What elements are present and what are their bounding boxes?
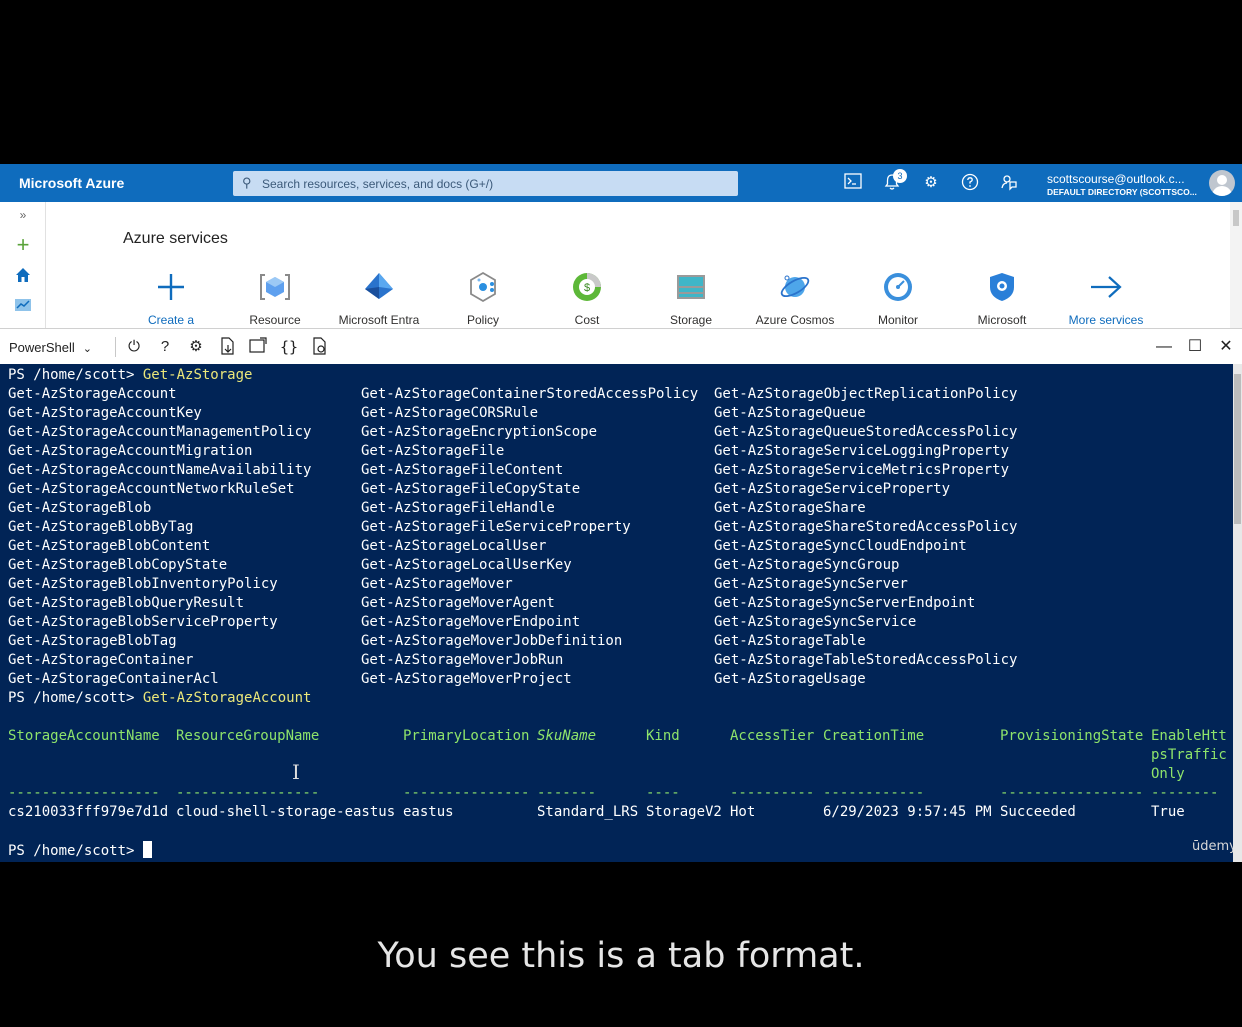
home-icon[interactable] [0, 266, 46, 289]
service-resource-groups[interactable]: Resource [225, 270, 325, 328]
expand-menu-icon[interactable]: » [0, 208, 46, 222]
search-placeholder: Search resources, services, and docs (G+… [262, 177, 494, 191]
typed-command: Get-AzStorageAccount [142, 690, 312, 706]
notification-count-badge: 3 [893, 169, 907, 183]
portal-home: » + Azure services Create a Resource Mic… [0, 202, 1242, 335]
arrow-right-icon [1091, 276, 1122, 298]
service-policy[interactable]: Policy [433, 270, 533, 328]
close-icon[interactable]: ✕ [1216, 337, 1236, 357]
defender-icon [990, 273, 1014, 301]
account-directory[interactable]: DEFAULT DIRECTORY (SCOTTSCO... [1047, 187, 1197, 197]
azure-services-title: Azure services [123, 230, 228, 247]
portal-scrollbar[interactable] [1230, 202, 1242, 328]
cost-icon: $ [573, 273, 601, 301]
table-separator-row: ------------------ ----------------- ---… [8, 785, 1219, 801]
search-icon: ⚲ [242, 175, 252, 190]
service-more-services[interactable]: More services [1056, 270, 1156, 328]
storage-icon [677, 275, 705, 299]
web-preview-icon[interactable] [310, 337, 330, 357]
monitor-icon [884, 273, 912, 301]
left-rail: » + [0, 202, 46, 328]
table-row: cs210033fff979e7d1d cloud-shell-storage-… [8, 804, 1185, 820]
prompt-line: PS /home/scott> [8, 841, 152, 860]
udemy-watermark: ūdemy [1192, 839, 1237, 854]
text-cursor [142, 841, 152, 858]
cloud-shell-icon[interactable] [843, 173, 863, 193]
service-cost-management[interactable]: $ Cost [537, 270, 637, 328]
settings-gear-icon[interactable]: ⚙ [921, 173, 941, 193]
settings-icon[interactable]: ⚙ [186, 337, 206, 357]
chevron-down-icon: ⌄ [82, 343, 92, 355]
search-input[interactable]: ⚲ Search resources, services, and docs (… [233, 171, 738, 196]
video-caption: You see this is a tab format. [377, 936, 865, 976]
open-new-session-icon[interactable] [248, 337, 268, 357]
create-resource-icon[interactable]: + [0, 232, 46, 258]
shell-type-label: PowerShell [9, 340, 75, 355]
maximize-icon[interactable]: ☐ [1185, 337, 1205, 357]
help-icon[interactable] [960, 173, 980, 193]
entra-icon [365, 273, 393, 299]
table-header-row: StorageAccountName ResourceGroupName Pri… [8, 728, 1227, 744]
service-label: More services [1068, 313, 1144, 327]
feedback-icon[interactable] [999, 173, 1019, 193]
service-label: Storage [669, 313, 713, 327]
azure-brand[interactable]: Microsoft Azure [19, 175, 124, 191]
help-icon[interactable]: ? [155, 337, 175, 357]
service-label: Policy [466, 313, 499, 327]
service-label: Azure Cosmos [755, 313, 835, 327]
shell-type-select[interactable]: PowerShell ⌄ [9, 340, 92, 355]
powershell-terminal[interactable]: PS /home/scott> Get-AzStorage Get-AzStor… [0, 364, 1242, 862]
service-monitor[interactable]: Monitor [848, 270, 948, 328]
service-microsoft-defender[interactable]: Microsoft [952, 270, 1052, 328]
service-label: Create a [147, 313, 195, 327]
minimize-icon[interactable]: — [1154, 337, 1174, 357]
terminal-scrollbar[interactable] [1233, 364, 1242, 862]
resource-icon [260, 274, 290, 300]
avatar[interactable] [1209, 170, 1235, 196]
service-label: Monitor [877, 313, 918, 327]
editor-icon[interactable]: {} [279, 337, 299, 357]
service-create-resource[interactable]: Create a [121, 270, 221, 328]
plus-icon [158, 274, 184, 300]
cosmos-icon [780, 275, 810, 298]
service-label: Microsoft [977, 313, 1027, 327]
svg-text:$: $ [584, 282, 590, 294]
service-microsoft-entra[interactable]: Microsoft Entra [329, 270, 429, 328]
typed-command: Get-AzStorage [142, 367, 253, 383]
service-label: Resource [249, 313, 301, 327]
service-storage-accounts[interactable]: Storage [641, 270, 741, 328]
dashboard-icon[interactable] [0, 298, 46, 317]
service-azure-cosmos-db[interactable]: Azure Cosmos [745, 270, 845, 328]
account-email[interactable]: scottscourse@outlook.c... [1047, 172, 1185, 186]
mouse-ibeam-cursor: I [292, 760, 300, 784]
policy-icon [470, 271, 496, 303]
cloud-shell-toolbar: PowerShell ⌄ ⏻ ? ⚙ {} — ☐ ✕ [0, 328, 1242, 364]
prompt-line: PS /home/scott> Get-AzStorageAccount [8, 690, 312, 706]
azure-topbar: Microsoft Azure ⚲ Search resources, serv… [0, 164, 1242, 202]
upload-download-icon[interactable] [217, 337, 237, 357]
service-label: Microsoft Entra [338, 313, 420, 327]
toolbar-divider [115, 337, 116, 357]
power-icon[interactable]: ⏻ [124, 337, 144, 357]
prompt-line: PS /home/scott> Get-AzStorage [8, 367, 253, 383]
